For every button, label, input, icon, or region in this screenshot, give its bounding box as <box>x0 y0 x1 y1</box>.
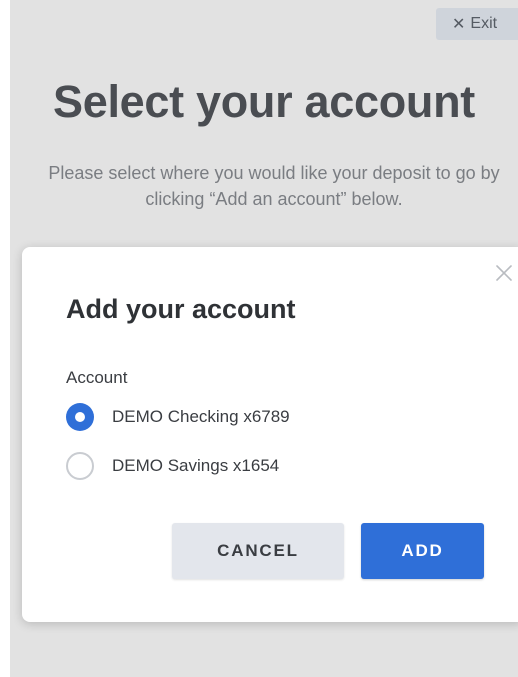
account-label: Account <box>66 368 128 387</box>
add-button[interactable]: ADD <box>361 523 484 579</box>
close-icon: ✕ <box>452 16 466 33</box>
page-backdrop: ✕ Exit Select your account Please select… <box>10 0 518 677</box>
radio-label-savings: DEMO Savings x1654 <box>112 456 280 475</box>
close-icon <box>496 265 512 281</box>
radio-checked-icon[interactable] <box>66 403 94 431</box>
exit-button[interactable]: ✕ Exit <box>436 8 518 40</box>
radio-option-savings[interactable]: DEMO Savings x1654 <box>66 452 279 480</box>
modal-close-button[interactable] <box>492 261 516 285</box>
modal-title: Add your account <box>66 294 296 324</box>
cancel-button[interactable]: CANCEL <box>172 523 344 579</box>
page-title: Select your account <box>53 76 475 127</box>
add-account-modal: Add your account Account DEMO Checking x… <box>22 247 518 622</box>
radio-option-checking[interactable]: DEMO Checking x6789 <box>66 403 290 431</box>
radio-unchecked-icon[interactable] <box>66 452 94 480</box>
exit-label: Exit <box>470 15 498 32</box>
page-description: Please select where you would like your … <box>48 163 500 209</box>
radio-label-checking: DEMO Checking x6789 <box>112 407 290 426</box>
